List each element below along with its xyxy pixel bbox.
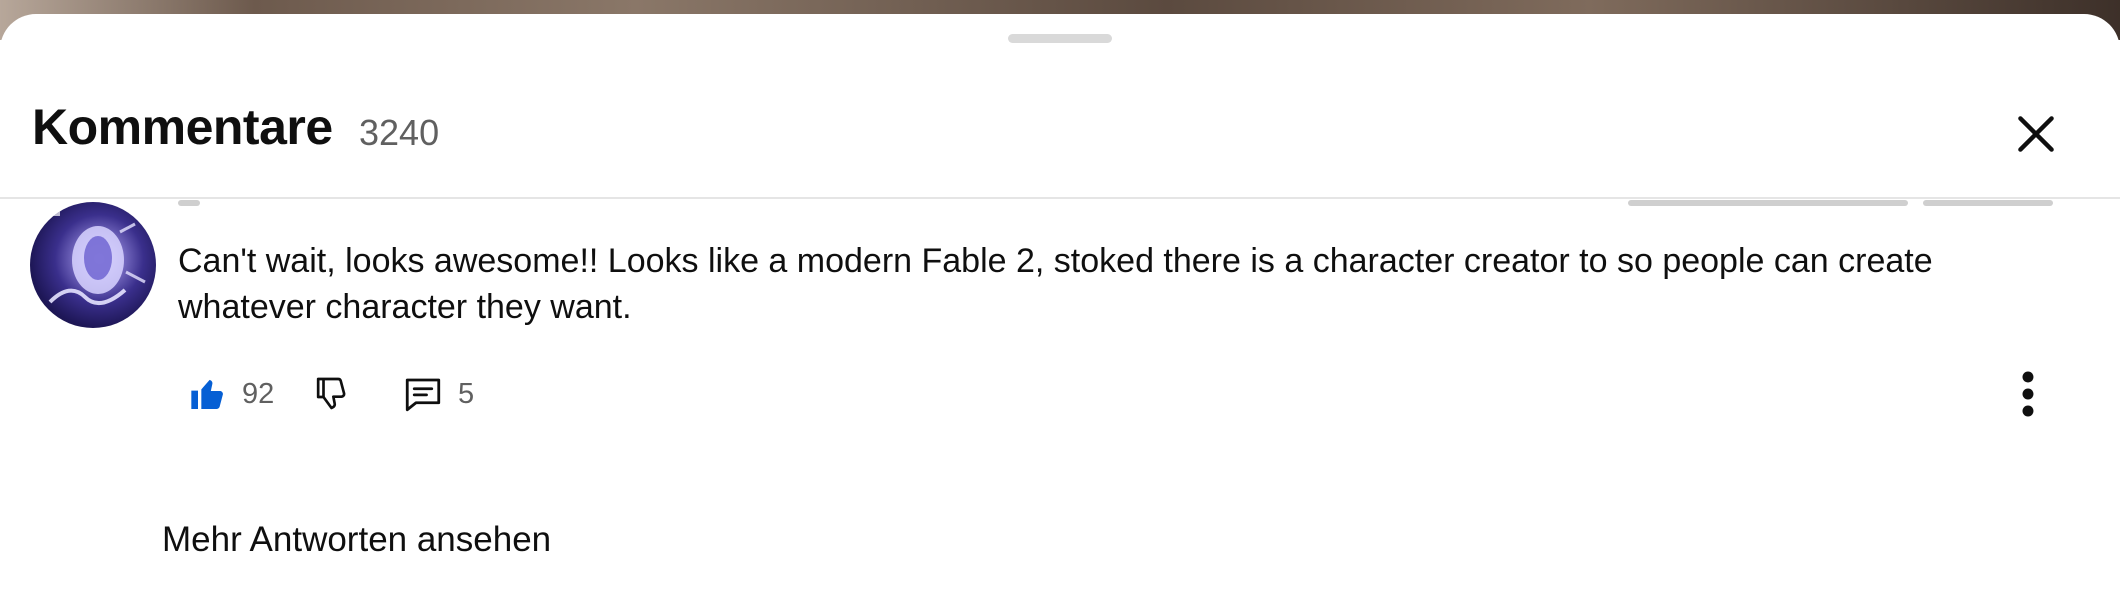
comments-header: Kommentare 3240 — [0, 60, 2120, 199]
comment-count: 3240 — [359, 112, 440, 153]
more-options-button[interactable] — [2000, 366, 2056, 422]
thumbs-up-filled-icon — [191, 379, 223, 409]
avatar[interactable] — [30, 202, 156, 328]
page-title: Kommentare — [32, 99, 333, 155]
reply-count: 5 — [458, 377, 475, 410]
comment-text-line-2: whatever character they want. — [178, 288, 632, 326]
close-button[interactable] — [2004, 102, 2068, 166]
comment-actions: 92 5 — [178, 362, 2078, 426]
drag-handle[interactable] — [1008, 34, 1112, 43]
like-count: 92 — [242, 377, 275, 410]
comment-text: Can't wait, looks awesome!! Looks like a… — [178, 238, 2078, 330]
more-replies-button[interactable]: Mehr Antworten ansehen — [162, 520, 551, 560]
reply-button[interactable]: 5 — [402, 362, 474, 426]
thumbs-down-icon — [316, 377, 346, 410]
dislike-button[interactable] — [314, 362, 354, 426]
comment-text-line-1: Can't wait, looks awesome!! Looks like a… — [178, 242, 1933, 280]
close-icon — [2018, 116, 2054, 152]
avatar-image — [36, 210, 146, 306]
comment-icon — [405, 378, 441, 412]
like-button[interactable]: 92 — [188, 362, 274, 426]
more-vertical-icon — [2022, 371, 2034, 417]
